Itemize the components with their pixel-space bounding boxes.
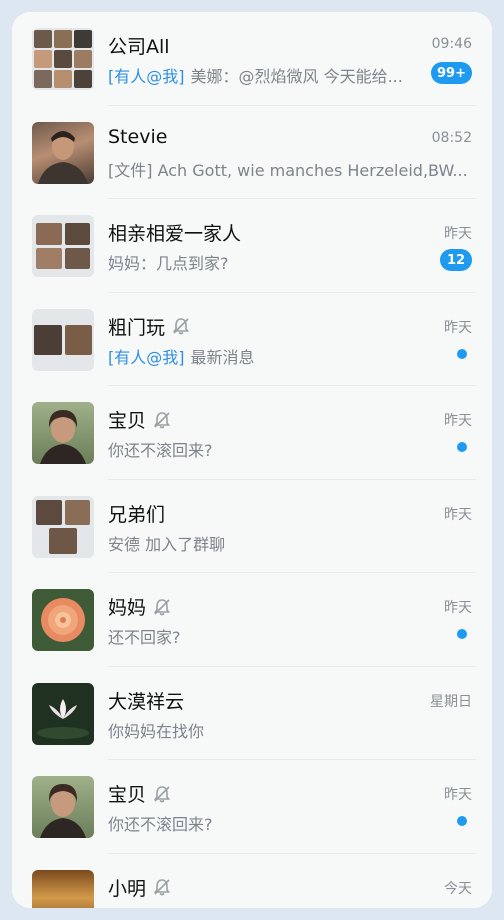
- chat-name: 宝贝: [108, 406, 172, 433]
- chat-time: 昨天: [444, 506, 472, 523]
- mention-tag: [有人@我]: [108, 347, 185, 367]
- chat-name: 妈妈: [108, 593, 172, 620]
- avatar: [32, 776, 94, 838]
- chat-time: 昨天: [444, 319, 472, 336]
- muted-bell-icon: [153, 411, 171, 428]
- chat-row-baobei-2[interactable]: 宝贝 昨天 你还不滚回来?: [12, 760, 492, 854]
- unread-badge: 99+: [431, 62, 472, 84]
- unread-dot: [457, 442, 467, 452]
- chat-row-family[interactable]: 相亲相爱一家人 昨天 妈妈：几点到家? 12: [12, 199, 492, 293]
- chat-name: 宝贝: [108, 780, 172, 807]
- chat-name: 公司All: [108, 36, 170, 58]
- muted-bell-icon: [153, 598, 171, 615]
- avatar: [32, 682, 94, 745]
- chat-list: 公司All 09:46 [有人@我] 美娜：@烈焰微风 今天能给... 99+ S…: [12, 12, 492, 908]
- unread-dot: [457, 348, 467, 359]
- chat-name: 相亲相爱一家人: [108, 223, 242, 245]
- chat-preview: 安德 加入了群聊: [108, 534, 226, 554]
- group-avatar: [32, 28, 94, 90]
- chat-preview: 妈妈：几点到家?: [108, 254, 229, 273]
- muted-bell-icon: [153, 879, 171, 896]
- chat-row-mama[interactable]: 妈妈 昨天 还不回家?: [12, 573, 492, 667]
- chat-time: 今天: [444, 880, 472, 897]
- chat-row-damo[interactable]: 大漠祥云 星期日 你妈妈在找你: [12, 667, 492, 760]
- unread-dot: [457, 816, 467, 826]
- chat-time: 昨天: [444, 600, 472, 616]
- chat-preview: [文件] Ach Gott, wie manches Herzeleid,BW.…: [108, 160, 468, 180]
- muted-bell-icon: [172, 318, 190, 335]
- chat-name: 粗门玩: [108, 313, 191, 340]
- chat-row-xiaoming[interactable]: 小明 今天: [12, 854, 492, 908]
- chat-preview: [有人@我] 最新消息: [108, 347, 255, 367]
- avatar: [32, 402, 94, 464]
- chat-time: 08:52: [431, 129, 472, 146]
- muted-bell-icon: [153, 785, 171, 802]
- chat-name: 兄弟们: [108, 503, 166, 526]
- group-avatar: [32, 308, 94, 371]
- chat-time: 昨天: [444, 413, 472, 429]
- avatar: [32, 121, 94, 184]
- chat-row-brothers[interactable]: 兄弟们 昨天 安德 加入了群聊: [12, 480, 492, 573]
- chat-name: Stevie: [108, 125, 168, 148]
- avatar: [32, 589, 94, 651]
- chat-preview: 还不回家?: [108, 628, 181, 647]
- chat-time: 昨天: [444, 226, 472, 242]
- chat-time: 昨天: [444, 787, 472, 803]
- chat-time: 09:46: [431, 36, 472, 52]
- group-avatar: [32, 495, 94, 558]
- avatar: [32, 869, 94, 908]
- mention-tag: [有人@我]: [108, 67, 185, 86]
- group-avatar: [32, 215, 94, 277]
- chat-time: 星期日: [430, 693, 472, 710]
- chat-preview: [有人@我] 美娜：@烈焰微风 今天能给...: [108, 67, 403, 86]
- chat-name: 大漠祥云: [108, 690, 185, 713]
- unread-dot: [457, 629, 467, 639]
- chat-preview: 你还不滚回来?: [108, 441, 213, 460]
- chat-row-company-all[interactable]: 公司All 09:46 [有人@我] 美娜：@烈焰微风 今天能给... 99+: [12, 12, 492, 106]
- chat-row-baobei[interactable]: 宝贝 昨天 你还不滚回来?: [12, 386, 492, 480]
- chat-row-stevie[interactable]: Stevie 08:52 [文件] Ach Gott, wie manches …: [12, 106, 492, 199]
- chat-row-cumenwan[interactable]: 粗门玩 昨天 [有人@我] 最新消息: [12, 293, 492, 386]
- unread-badge: 12: [440, 249, 472, 271]
- chat-preview: 你还不滚回来?: [108, 815, 213, 834]
- chat-name: 小明: [108, 874, 172, 901]
- chat-preview: 你妈妈在找你: [108, 721, 205, 741]
